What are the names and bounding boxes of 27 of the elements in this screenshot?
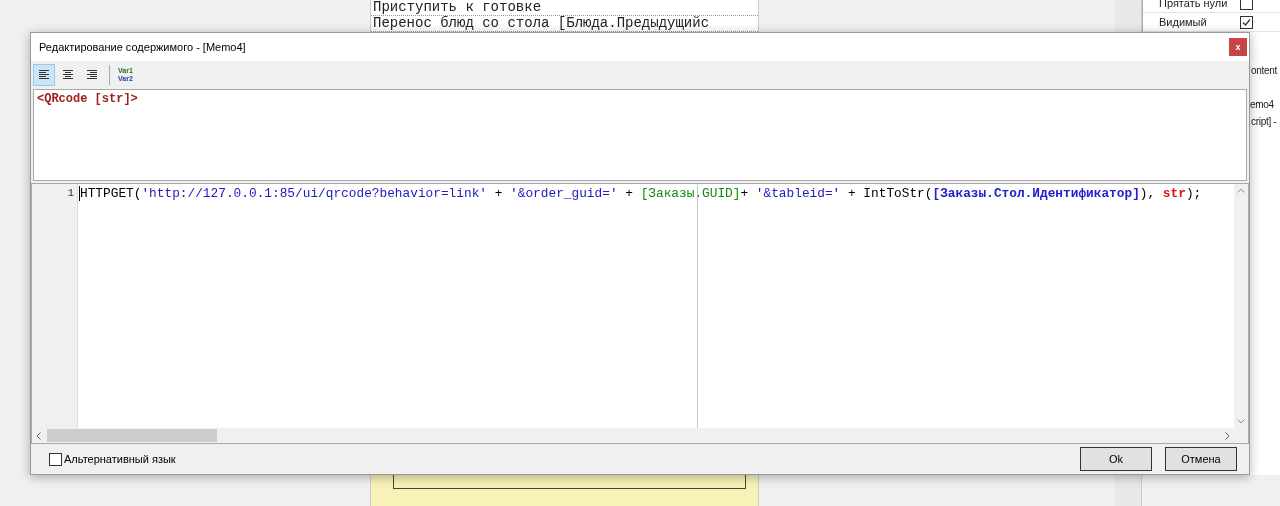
close-button[interactable]: x (1229, 38, 1247, 56)
scroll-up-icon[interactable] (1237, 188, 1245, 193)
dialog-button[interactable]: Ok (1080, 447, 1152, 471)
property-text: cript] - (1251, 116, 1277, 127)
property-text: ontent (1251, 65, 1277, 76)
dialog-title: Редактирование содержимого - [Memo4] (39, 41, 246, 53)
report-text: Приступить к готовке (371, 0, 758, 16)
horizontal-scrollbar[interactable] (32, 428, 1248, 443)
vertical-scrollbar[interactable] (1234, 184, 1248, 428)
code-editor[interactable]: 1 HTTPGET('http://127.0.0.1:85/ui/qrcode?behavior=link' + '&order_guid=' + [Заказы.GUID]+ '&tableid=' + IntToStr([Заказы.Стол.Идентификатор]), str); (31, 183, 1249, 444)
checkbox[interactable] (1240, 0, 1253, 10)
scroll-right-icon[interactable] (1225, 431, 1230, 440)
checkbox[interactable] (1240, 15, 1253, 29)
memo-text[interactable]: <QRcode [str]> (33, 89, 1247, 181)
align-right-icon (87, 70, 97, 80)
property-text: emo4 (1250, 99, 1274, 110)
align-button[interactable] (33, 64, 55, 86)
checkbox[interactable] (49, 452, 62, 466)
checkbox-label: Альтернативный язык (64, 453, 176, 465)
property-label: Прятать нули (1159, 0, 1228, 9)
scroll-down-icon[interactable] (1237, 419, 1245, 424)
dialog-button[interactable]: Отмена (1165, 447, 1237, 471)
align-left-icon (39, 70, 49, 80)
line-number: 1 (67, 187, 74, 199)
scroll-left-icon[interactable] (36, 431, 41, 440)
align-center-icon (63, 70, 73, 80)
property-label: Видимый (1159, 16, 1207, 28)
